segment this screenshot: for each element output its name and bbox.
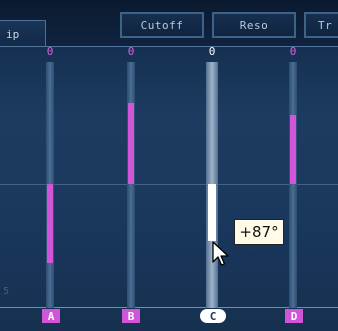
step-label-b[interactable]: B [122, 309, 140, 323]
reso-button[interactable]: Reso [212, 12, 296, 38]
slider-bar [208, 184, 216, 241]
step-label-a[interactable]: A [42, 309, 60, 323]
slider-bar [290, 115, 296, 184]
tab-left[interactable]: ip [0, 20, 46, 46]
side-digit: 5 [3, 286, 10, 297]
slider-track [289, 62, 297, 308]
step-slider-d[interactable] [289, 62, 297, 308]
slider-track [127, 62, 135, 308]
arrow-cursor-icon [212, 241, 229, 266]
slider-bar [47, 184, 53, 263]
value-label-b: 0 [127, 45, 135, 58]
step-sequencer-panel: ip Cutoff Reso Tr 0 0 0 0 A B C D 5 +87° [0, 0, 338, 331]
step-label-d[interactable]: D [285, 309, 303, 323]
step-slider-c[interactable] [206, 62, 218, 308]
slider-bar [128, 103, 134, 184]
cutoff-button[interactable]: Cutoff [120, 12, 204, 38]
trans-button[interactable]: Tr [304, 12, 338, 38]
parameter-tab-bar: ip Cutoff Reso Tr [0, 0, 338, 46]
step-slider-a[interactable] [46, 62, 54, 308]
value-tooltip: +87° [234, 219, 284, 245]
value-label-d: 0 [289, 45, 297, 58]
value-label-c: 0 [208, 45, 216, 58]
value-label-a: 0 [46, 45, 54, 58]
step-label-c[interactable]: C [200, 309, 226, 323]
step-slider-b[interactable] [127, 62, 135, 308]
